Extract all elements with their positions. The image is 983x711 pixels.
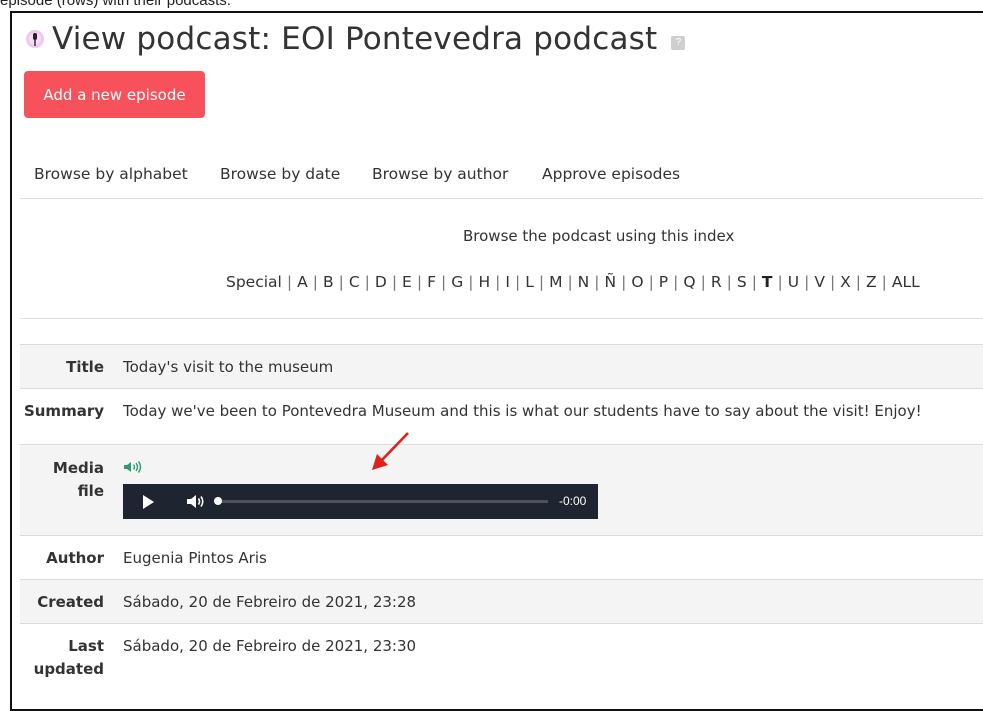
title-value: Today's visit to the museum [123,358,334,376]
alphabet-link-ene[interactable]: Ñ [605,273,617,291]
browse-intro: Browse the podcast using this index [463,227,735,245]
row-created: Created Sábado, 20 de Febreiro de 2021, … [20,579,983,623]
alphabet-separator: | [594,273,600,291]
annotation-arrow [372,432,409,470]
author-value: Eugenia Pintos Aris [123,549,267,567]
created-value: Sábado, 20 de Febreiro de 2021, 23:28 [123,593,417,611]
alphabet-link-x[interactable]: X [840,273,851,291]
alphabet-link-s[interactable]: S [737,273,747,291]
caption-text: episode (rows) with their podcasts. [0,0,231,9]
tab-browse-author[interactable]: Browse by author [372,165,508,183]
alphabet-separator: | [621,273,627,291]
add-episode-button[interactable]: Add a new episode [24,71,205,118]
row-title: Title Today's visit to the museum [20,344,983,388]
alphabet-link-p[interactable]: P [659,273,668,291]
alphabet-separator: | [391,273,398,291]
page-header: View podcast: EOI Pontevedra podcast ? [24,19,686,59]
progress-handle[interactable] [214,497,222,505]
created-label: Created [37,593,104,611]
alphabet-link-q[interactable]: Q [683,273,695,291]
play-icon[interactable] [143,495,154,509]
alphabet-separator: | [441,273,447,291]
alphabet-separator: | [804,273,810,291]
alphabet-index: Special | A | B | C | D | E | F | G | H | I | L | M | N | Ñ | O | P | Q |… [226,273,920,291]
alphabet-separator: | [829,273,836,291]
alphabet-link-t[interactable]: T [762,273,773,291]
row-summary: Summary Today we've been to Pontevedra M… [20,388,983,444]
alphabet-separator: | [514,273,521,291]
updated-label-line1: Last [68,637,104,655]
alphabet-separator: | [751,273,757,291]
alphabet-separator: | [286,273,293,291]
updated-value: Sábado, 20 de Febreiro de 2021, 23:30 [123,637,417,655]
alphabet-link-special[interactable]: Special [226,273,282,291]
alphabet-link-e[interactable]: E [402,273,412,291]
audio-player: -0:00 [123,484,598,519]
alphabet-link-f[interactable]: F [427,273,436,291]
alphabet-link-o[interactable]: O [631,273,643,291]
alphabet-link-n[interactable]: N [578,273,590,291]
alphabet-separator: | [567,273,573,291]
speaker-icon[interactable] [123,460,145,474]
alphabet-link-m[interactable]: M [549,273,562,291]
alphabet-separator: | [312,273,318,291]
browse-tabs: Browse by alphabet Browse by date Browse… [20,165,983,199]
alphabet-separator: | [881,273,887,291]
alphabet-separator: | [338,273,344,291]
alphabet-link-v[interactable]: V [814,273,825,291]
alphabet-separator: | [364,273,370,291]
alphabet-link-h[interactable]: H [478,273,490,291]
row-author: Author Eugenia Pintos Aris [20,535,983,579]
alphabet-separator: | [673,273,679,291]
tab-browse-alphabet[interactable]: Browse by alphabet [34,165,188,183]
alphabet-separator: | [726,273,732,291]
alphabet-link-z[interactable]: Z [866,273,877,291]
summary-label: Summary [23,402,104,420]
page-title: View podcast: EOI Pontevedra podcast [52,21,658,57]
volume-icon[interactable] [186,493,206,510]
author-label: Author [46,549,104,567]
alphabet-separator: | [855,273,862,291]
alphabet-separator: | [416,273,423,291]
help-icon[interactable]: ? [671,36,686,50]
alphabet-link-a[interactable]: A [297,273,308,291]
alphabet-separator: | [495,273,501,291]
media-label-line1: Media [52,459,104,477]
alphabet-link-all[interactable]: ALL [892,273,920,291]
alphabet-separator: | [468,273,474,291]
alphabet-separator: | [648,273,654,291]
alphabet-link-l[interactable]: L [525,273,534,291]
summary-value: Today we've been to Pontevedra Museum an… [123,402,922,420]
alphabet-separator: | [700,273,706,291]
alphabet-link-b[interactable]: B [323,273,334,291]
divider [20,318,983,319]
media-label-line2: file [77,482,104,500]
player-time: -0:00 [559,494,587,508]
alphabet-link-u[interactable]: U [788,273,799,291]
alphabet-link-g[interactable]: G [451,273,463,291]
title-label: Title [66,358,104,376]
alphabet-separator: | [538,273,545,291]
alphabet-link-d[interactable]: D [375,273,387,291]
tab-approve-episodes[interactable]: Approve episodes [542,165,680,183]
row-updated: Last updated Sábado, 20 de Febreiro de 2… [20,623,983,684]
alphabet-link-r[interactable]: R [711,273,722,291]
alphabet-separator: | [777,273,783,291]
podcast-microphone-icon [24,28,46,50]
alphabet-link-c[interactable]: C [349,273,360,291]
tab-browse-date[interactable]: Browse by date [220,165,340,183]
progress-track[interactable] [216,500,548,503]
